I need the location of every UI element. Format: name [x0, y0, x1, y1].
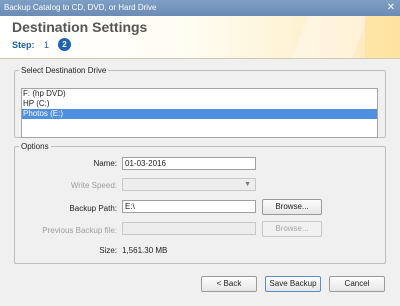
destination-drive-group: Select Destination Drive F: (hp DVD) HP …	[14, 66, 386, 138]
destination-drive-legend: Select Destination Drive	[21, 66, 107, 75]
save-backup-button[interactable]: Save Backup	[265, 276, 321, 292]
name-label: Name:	[93, 159, 117, 168]
list-item-drive-f[interactable]: F: (hp DVD)	[22, 89, 377, 99]
step-1-indicator: 1	[44, 40, 50, 50]
write-speed-select: ▼	[122, 178, 256, 191]
name-field[interactable]: 01-03-2016	[122, 157, 256, 170]
list-item-drive-c[interactable]: HP (C:)	[22, 99, 377, 109]
cancel-button[interactable]: Cancel	[329, 276, 385, 292]
previous-backup-field	[122, 222, 256, 235]
back-button[interactable]: < Back	[201, 276, 257, 292]
window-title: Backup Catalog to CD, DVD, or Hard Drive	[4, 3, 157, 12]
title-bar: Backup Catalog to CD, DVD, or Hard Drive…	[0, 0, 400, 16]
step-2-indicator: 2	[58, 38, 71, 51]
chevron-down-icon: ▼	[244, 181, 251, 188]
size-value: 1,561.30 MB	[122, 246, 168, 255]
header-decoration-2	[365, 16, 400, 58]
list-item-drive-e[interactable]: Photos (E:)	[22, 109, 377, 119]
write-speed-label: Write Speed:	[70, 181, 117, 190]
header-decoration	[292, 16, 368, 58]
browse-backup-path-button[interactable]: Browse...	[262, 199, 322, 215]
browse-previous-backup-button: Browse...	[262, 221, 322, 237]
backup-path-field[interactable]: E:\	[122, 200, 256, 213]
previous-backup-label: Previous Backup file:	[42, 226, 117, 235]
drive-listbox[interactable]: F: (hp DVD) HP (C:) Photos (E:)	[21, 88, 378, 138]
backup-path-label: Backup Path:	[69, 204, 117, 213]
step-label: Step:	[12, 40, 35, 50]
options-legend: Options	[21, 142, 49, 151]
size-label: Size:	[99, 246, 117, 255]
page-title: Destination Settings	[12, 19, 148, 35]
wizard-header: Destination Settings Step: 1 2	[0, 16, 400, 59]
close-icon[interactable]: ✕	[385, 2, 397, 13]
